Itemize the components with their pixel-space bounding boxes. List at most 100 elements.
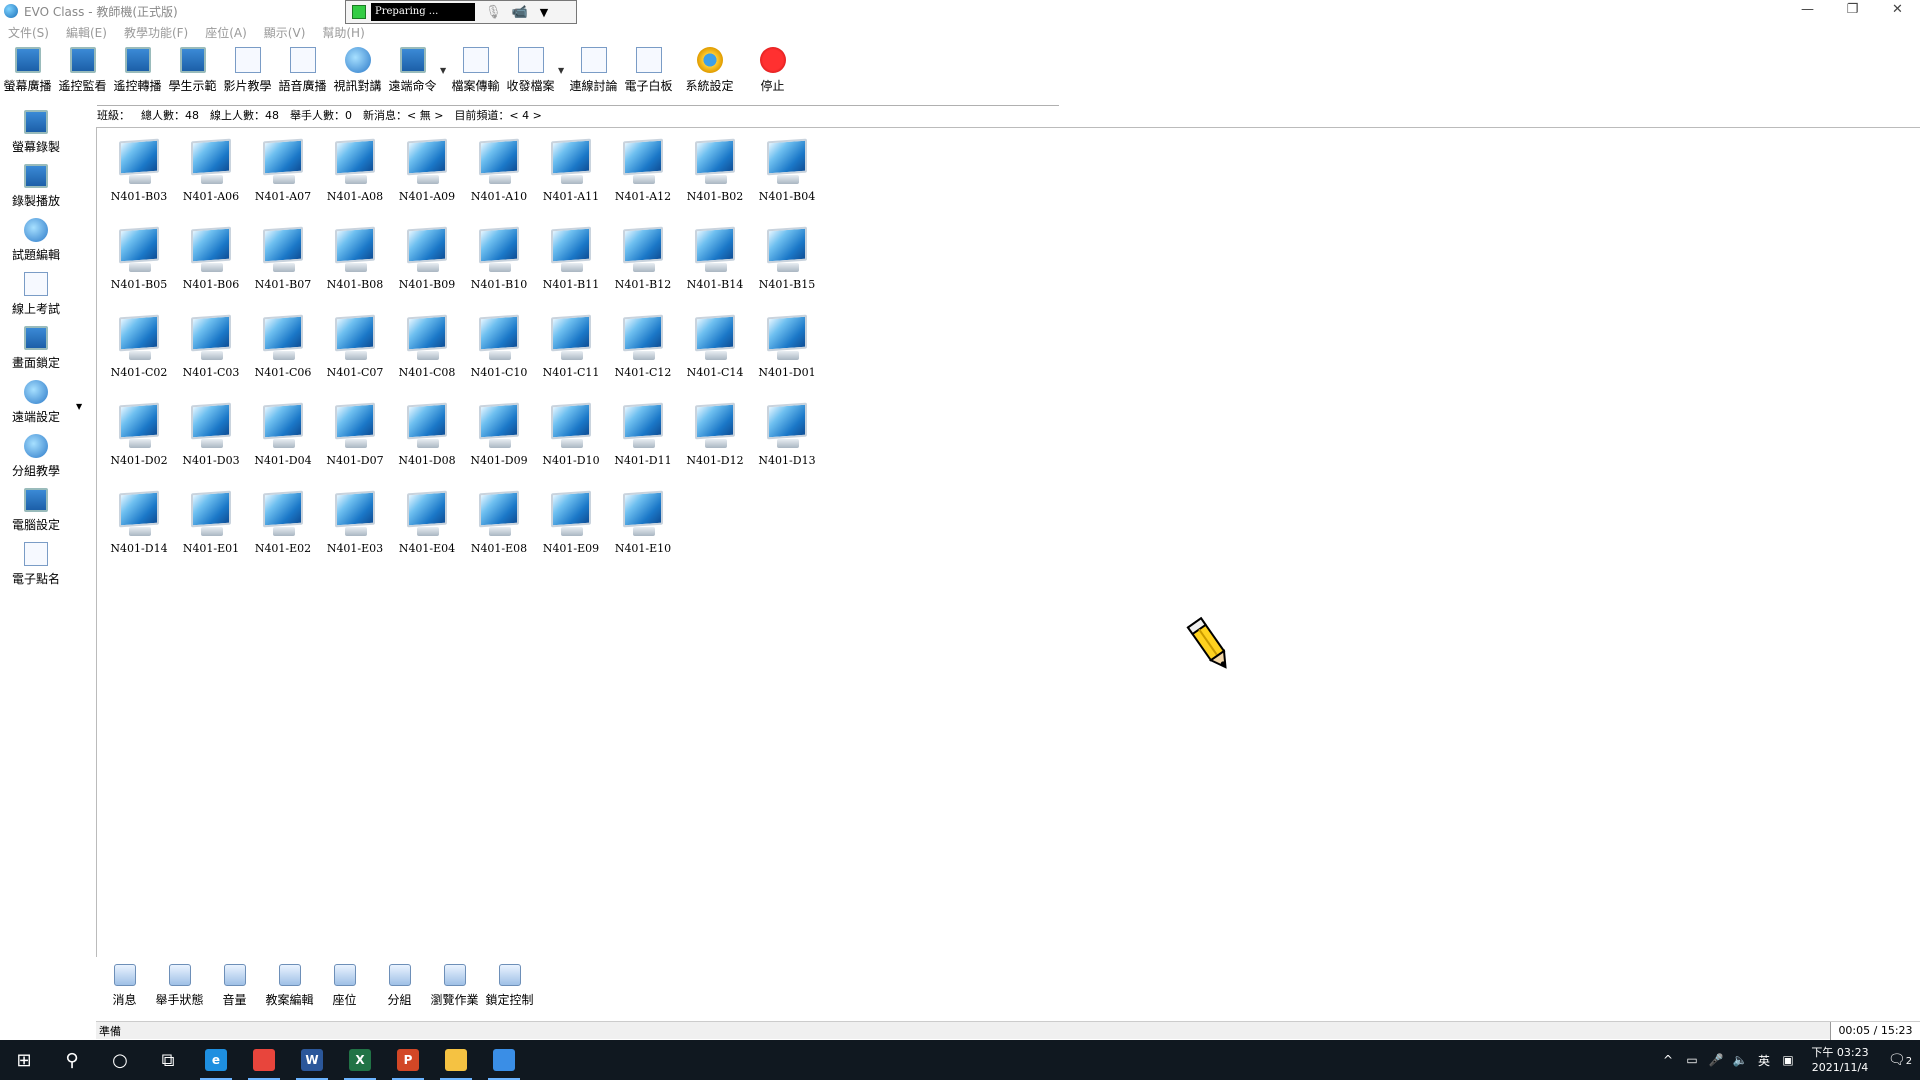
seat-button[interactable]: 座位 bbox=[317, 958, 372, 1010]
menu-seat[interactable]: 座位(A) bbox=[205, 24, 247, 41]
student-computer[interactable]: N401-C08 bbox=[391, 314, 463, 402]
sidebar-item-computer-settings[interactable]: 電腦設定 bbox=[0, 482, 72, 536]
student-computer[interactable]: N401-A09 bbox=[391, 138, 463, 226]
student-computer[interactable]: N401-B11 bbox=[535, 226, 607, 314]
taskbar-app-powerpoint[interactable]: P bbox=[384, 1040, 432, 1080]
menu-help[interactable]: 幫助(H) bbox=[322, 24, 364, 41]
remote-settings-dropdown-icon[interactable]: ▼ bbox=[76, 402, 82, 411]
group-button[interactable]: 分組 bbox=[372, 958, 427, 1010]
remote-monitor-button[interactable]: 遙控監看 bbox=[55, 44, 110, 98]
taskbar-app-file-explorer[interactable] bbox=[432, 1040, 480, 1080]
student-computer[interactable]: N401-A08 bbox=[319, 138, 391, 226]
cortana-button[interactable]: ○ bbox=[96, 1040, 144, 1080]
student-computer[interactable]: N401-B12 bbox=[607, 226, 679, 314]
student-computer[interactable]: N401-B04 bbox=[751, 138, 823, 226]
online-discussion-button[interactable]: 連線討論 bbox=[566, 44, 621, 98]
lesson-edit-button[interactable]: 教案編輯 bbox=[262, 958, 317, 1010]
student-computer[interactable]: N401-E10 bbox=[607, 490, 679, 578]
lock-control-button[interactable]: 鎖定控制 bbox=[482, 958, 537, 1010]
student-computer[interactable]: N401-C02 bbox=[103, 314, 175, 402]
student-computer[interactable]: N401-E01 bbox=[175, 490, 247, 578]
student-computer[interactable]: N401-B14 bbox=[679, 226, 751, 314]
menu-edit[interactable]: 編輯(E) bbox=[66, 24, 107, 41]
microphone-tray-icon[interactable]: 🎤 bbox=[1704, 1053, 1728, 1067]
sidebar-item-quiz-edit[interactable]: 試題編輯 bbox=[0, 212, 72, 266]
student-computer[interactable]: N401-A07 bbox=[247, 138, 319, 226]
student-computer[interactable]: N401-C06 bbox=[247, 314, 319, 402]
video-teaching-button[interactable]: 影片教學 bbox=[220, 44, 275, 98]
files-dropdown-icon[interactable]: ▼ bbox=[558, 66, 566, 75]
student-computer[interactable]: N401-E08 bbox=[463, 490, 535, 578]
chevron-up-icon[interactable]: ^ bbox=[1656, 1053, 1680, 1067]
student-computer[interactable]: N401-D07 bbox=[319, 402, 391, 490]
send-receive-files-button[interactable]: 收發檔案 bbox=[503, 44, 558, 98]
student-computer[interactable]: N401-B03 bbox=[103, 138, 175, 226]
video-intercom-button[interactable]: 視訊對講 bbox=[330, 44, 385, 98]
restore-button[interactable]: ❐ bbox=[1830, 0, 1875, 22]
student-computer[interactable]: N401-E09 bbox=[535, 490, 607, 578]
student-computer[interactable]: N401-D01 bbox=[751, 314, 823, 402]
student-computer[interactable]: N401-D09 bbox=[463, 402, 535, 490]
student-computer[interactable]: N401-C12 bbox=[607, 314, 679, 402]
notification-center-button[interactable]: 🗨2 bbox=[1880, 1052, 1920, 1068]
camera-icon[interactable]: 📹 bbox=[512, 5, 528, 20]
student-computer[interactable]: N401-B15 bbox=[751, 226, 823, 314]
clock[interactable]: 下午 03:23 2021/11/4 bbox=[1800, 1045, 1880, 1075]
speaker-icon[interactable]: 🔈 bbox=[1728, 1053, 1752, 1067]
student-computer[interactable]: N401-E04 bbox=[391, 490, 463, 578]
student-computer[interactable]: N401-D03 bbox=[175, 402, 247, 490]
start-button[interactable]: ⊞ bbox=[0, 1040, 48, 1080]
ime-indicator[interactable]: 英 bbox=[1752, 1052, 1776, 1069]
student-computer[interactable]: N401-C10 bbox=[463, 314, 535, 402]
hand-raise-status-button[interactable]: 舉手狀態 bbox=[152, 958, 207, 1010]
message-button[interactable]: 消息 bbox=[97, 958, 152, 1010]
microphone-icon[interactable]: 🎙 bbox=[485, 5, 502, 20]
sidebar-item-screen-record[interactable]: 螢幕錄製 bbox=[0, 104, 72, 158]
student-computer[interactable]: N401-A11 bbox=[535, 138, 607, 226]
student-computer[interactable]: N401-B08 bbox=[319, 226, 391, 314]
student-computer[interactable]: N401-B05 bbox=[103, 226, 175, 314]
preparing-panel[interactable]: Preparing ... 🎙 📹 ▼ bbox=[345, 0, 577, 24]
remote-command-dropdown-icon[interactable]: ▼ bbox=[440, 66, 448, 75]
sidebar-item-remote-settings[interactable]: 遠端設定 bbox=[0, 374, 72, 428]
sidebar-item-screen-lock[interactable]: 畫面鎖定 bbox=[0, 320, 72, 374]
taskbar-app-excel[interactable]: X bbox=[336, 1040, 384, 1080]
screen-broadcast-button[interactable]: 螢幕廣播 bbox=[0, 44, 55, 98]
file-transfer-button[interactable]: 檔案傳輸 bbox=[448, 44, 503, 98]
search-button[interactable]: ⚲ bbox=[48, 1040, 96, 1080]
remote-relay-button[interactable]: 遙控轉播 bbox=[110, 44, 165, 98]
student-computer[interactable]: N401-E03 bbox=[319, 490, 391, 578]
student-computer[interactable]: N401-D14 bbox=[103, 490, 175, 578]
student-computer[interactable]: N401-D02 bbox=[103, 402, 175, 490]
student-computer[interactable]: N401-D08 bbox=[391, 402, 463, 490]
student-computer[interactable]: N401-B07 bbox=[247, 226, 319, 314]
taskbar-app-chrome[interactable] bbox=[240, 1040, 288, 1080]
student-computer[interactable]: N401-B06 bbox=[175, 226, 247, 314]
sidebar-item-group-teaching[interactable]: 分組教學 bbox=[0, 428, 72, 482]
menu-file[interactable]: 文件(S) bbox=[8, 24, 49, 41]
sidebar-item-online-exam[interactable]: 線上考試 bbox=[0, 266, 72, 320]
voice-broadcast-button[interactable]: 語音廣播 bbox=[275, 44, 330, 98]
student-computer[interactable]: N401-D12 bbox=[679, 402, 751, 490]
volume-button[interactable]: 音量 bbox=[207, 958, 262, 1010]
student-computer[interactable]: N401-C14 bbox=[679, 314, 751, 402]
task-view-button[interactable]: ⧉ bbox=[144, 1040, 192, 1080]
chevron-down-icon[interactable]: ▼ bbox=[540, 6, 548, 19]
minimize-button[interactable]: — bbox=[1785, 0, 1830, 22]
student-computer[interactable]: N401-A06 bbox=[175, 138, 247, 226]
student-computer[interactable]: N401-A12 bbox=[607, 138, 679, 226]
student-demo-button[interactable]: 學生示範 bbox=[165, 44, 220, 98]
ime-mode-icon[interactable]: ▣ bbox=[1776, 1053, 1800, 1067]
student-computer[interactable]: N401-D04 bbox=[247, 402, 319, 490]
stop-button[interactable]: 停止 bbox=[745, 44, 800, 98]
close-button[interactable]: ✕ bbox=[1875, 0, 1920, 22]
sidebar-item-roll-call[interactable]: 電子點名 bbox=[0, 536, 72, 590]
student-computer[interactable]: N401-C11 bbox=[535, 314, 607, 402]
taskbar-app-evo-class[interactable] bbox=[480, 1040, 528, 1080]
network-icon[interactable]: ▭ bbox=[1680, 1053, 1704, 1067]
student-computer[interactable]: N401-B02 bbox=[679, 138, 751, 226]
browse-homework-button[interactable]: 瀏覽作業 bbox=[427, 958, 482, 1010]
student-computer[interactable]: N401-A10 bbox=[463, 138, 535, 226]
sidebar-item-record-playback[interactable]: 錄製播放 bbox=[0, 158, 72, 212]
system-settings-button[interactable]: 系統設定 bbox=[682, 44, 737, 98]
